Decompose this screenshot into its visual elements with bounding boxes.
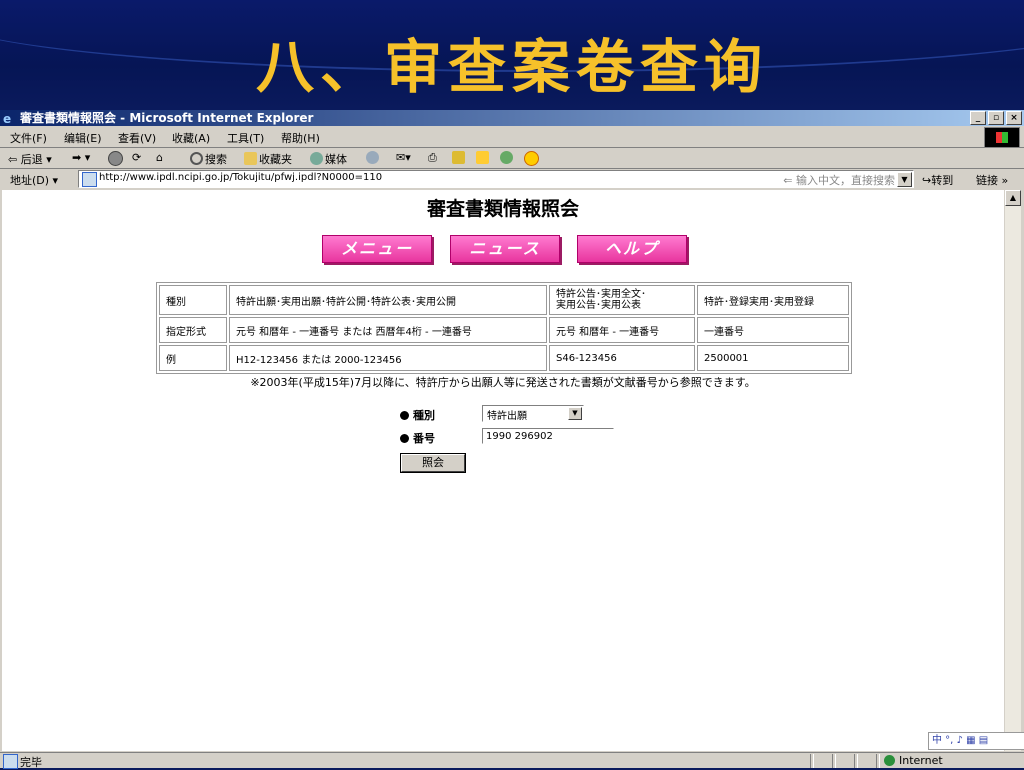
table-cell: 特許出願･実用出願･特許公開･特許公表･実用公開 [229,285,547,315]
address-dropdown-icon[interactable]: ▼ [897,172,912,187]
address-field[interactable]: http://www.ipdl.ncipi.go.jp/Tokujitu/pfw… [78,170,914,188]
type-label: 種別 [400,407,435,423]
menu-nav-button[interactable]: メニュー [322,235,432,263]
globe-icon [884,755,895,766]
window-titlebar: e 審査書類情報照会 - Microsoft Internet Explorer… [0,110,1024,126]
close-button[interactable]: × [1006,111,1022,125]
favorites-button[interactable]: 收藏夹 [244,151,292,167]
bullet-icon [400,411,409,420]
print-icon[interactable]: ⎙ [428,151,437,165]
table-cell: 特許公告･実用全文･ 実用公告･実用公表 [549,285,695,315]
history-icon[interactable] [366,151,381,165]
refresh-icon[interactable]: ⟳ [132,151,141,164]
status-divider [876,754,880,768]
ie-icon: e [3,112,12,126]
search-button[interactable]: 搜索 [190,151,227,167]
format-table: 種別 特許出願･実用出願･特許公開･特許公表･実用公開 特許公告･実用全文･ 実… [156,282,852,374]
table-cell: H12-123456 または 2000-123456 [229,345,547,371]
news-nav-button[interactable]: ニュース [450,235,560,263]
toolbar: ⇦ 后退 ▾ ➡ ▾ ⟳ ⌂ 搜索 收藏夹 媒体 ✉▾ ⎙ [0,148,1024,169]
ime-toolbar[interactable]: 中 °, ♪ ▦ ▤ [928,732,1024,750]
availability-note: ※2003年(平成15年)7月以降に、特許庁から出願人等に発送された書類が文献番… [250,376,756,389]
slide-header: 八、审查案卷查询 [0,0,1024,110]
media-button[interactable]: 媒体 [310,151,347,167]
number-input[interactable] [482,428,614,444]
minimize-button[interactable]: _ [970,111,986,125]
status-bar: 完毕 Internet [0,752,1024,769]
status-divider [854,754,858,768]
browser-window: e 審査書類情報照会 - Microsoft Internet Explorer… [0,110,1024,769]
status-divider [832,754,836,768]
bullet-icon [400,434,409,443]
discuss-icon[interactable] [476,151,491,165]
number-label: 番号 [400,430,435,446]
table-cell: 元号 和暦年 - 一連番号 [549,317,695,343]
help-nav-button[interactable]: ヘルプ [577,235,687,263]
page-content: 審査書類情報照会 メニュー ニュース ヘルプ 種別 特許出願･実用出願･特許公開… [2,190,1004,751]
page-done-icon [3,754,18,769]
page-icon [82,172,97,187]
address-url[interactable]: http://www.ipdl.ncipi.go.jp/Tokujitu/pfw… [99,172,382,183]
table-row: 例 H12-123456 または 2000-123456 S46-123456 … [159,345,849,371]
address-label: 地址(D) ▾ [10,174,59,187]
table-cell: 種別 [159,285,227,315]
table-cell: 元号 和暦年 - 一連番号 または 西暦年4桁 - 一連番号 [229,317,547,343]
scroll-up-icon[interactable]: ▲ [1005,190,1021,206]
menu-view[interactable]: 查看(V) [118,130,156,146]
window-title: 審査書類情報照会 - Microsoft Internet Explorer [20,111,314,125]
links-button[interactable]: 链接 » [976,172,1008,188]
menu-help[interactable]: 帮助(H) [281,130,320,146]
type-select[interactable]: 特許出願 ▼ [482,405,584,422]
table-cell: S46-123456 [549,345,695,371]
submit-button[interactable]: 照会 [400,453,466,473]
smiley-icon[interactable] [524,151,541,167]
table-cell: 特許･登録実用･実用登録 [697,285,849,315]
table-cell: 例 [159,345,227,371]
mail-icon[interactable]: ✉▾ [396,151,411,164]
security-zone: Internet [884,754,1004,767]
menu-tools[interactable]: 工具(T) [227,130,264,146]
home-icon[interactable]: ⌂ [156,151,163,164]
address-bar: 地址(D) ▾ http://www.ipdl.ncipi.go.jp/Toku… [0,169,1024,189]
stop-icon[interactable] [108,151,125,167]
forward-button[interactable]: ➡ ▾ [72,151,90,164]
type-select-value: 特許出願 [487,411,527,422]
status-divider [810,754,814,768]
restore-button[interactable]: ▫ [988,111,1004,125]
vertical-scrollbar[interactable]: ▲ [1005,190,1021,751]
go-button[interactable]: ↪转到 [922,172,953,188]
table-cell: 指定形式 [159,317,227,343]
table-row: 種別 特許出願･実用出願･特許公開･特許公表･実用公開 特許公告･実用全文･ 実… [159,285,849,315]
select-dropdown-icon[interactable]: ▼ [568,407,582,420]
menu-favorites[interactable]: 收藏(A) [172,130,210,146]
address-hint: ⇐ 输入中文，直接搜索 [783,174,895,187]
slide-title: 八、审查案卷查询 [255,33,768,101]
menu-edit[interactable]: 编辑(E) [64,130,102,146]
edit-icon[interactable] [452,151,467,165]
back-button[interactable]: ⇦ 后退 ▾ [8,151,52,167]
page-heading: 審査書類情報照会 [426,198,579,220]
menubar: 文件(F) 编辑(E) 查看(V) 收藏(A) 工具(T) 帮助(H) [0,127,1024,148]
table-cell: 一連番号 [697,317,849,343]
messenger-icon[interactable] [500,151,515,165]
menu-file[interactable]: 文件(F) [10,130,47,146]
table-cell: 2500001 [697,345,849,371]
windows-logo [984,127,1020,148]
table-row: 指定形式 元号 和暦年 - 一連番号 または 西暦年4桁 - 一連番号 元号 和… [159,317,849,343]
